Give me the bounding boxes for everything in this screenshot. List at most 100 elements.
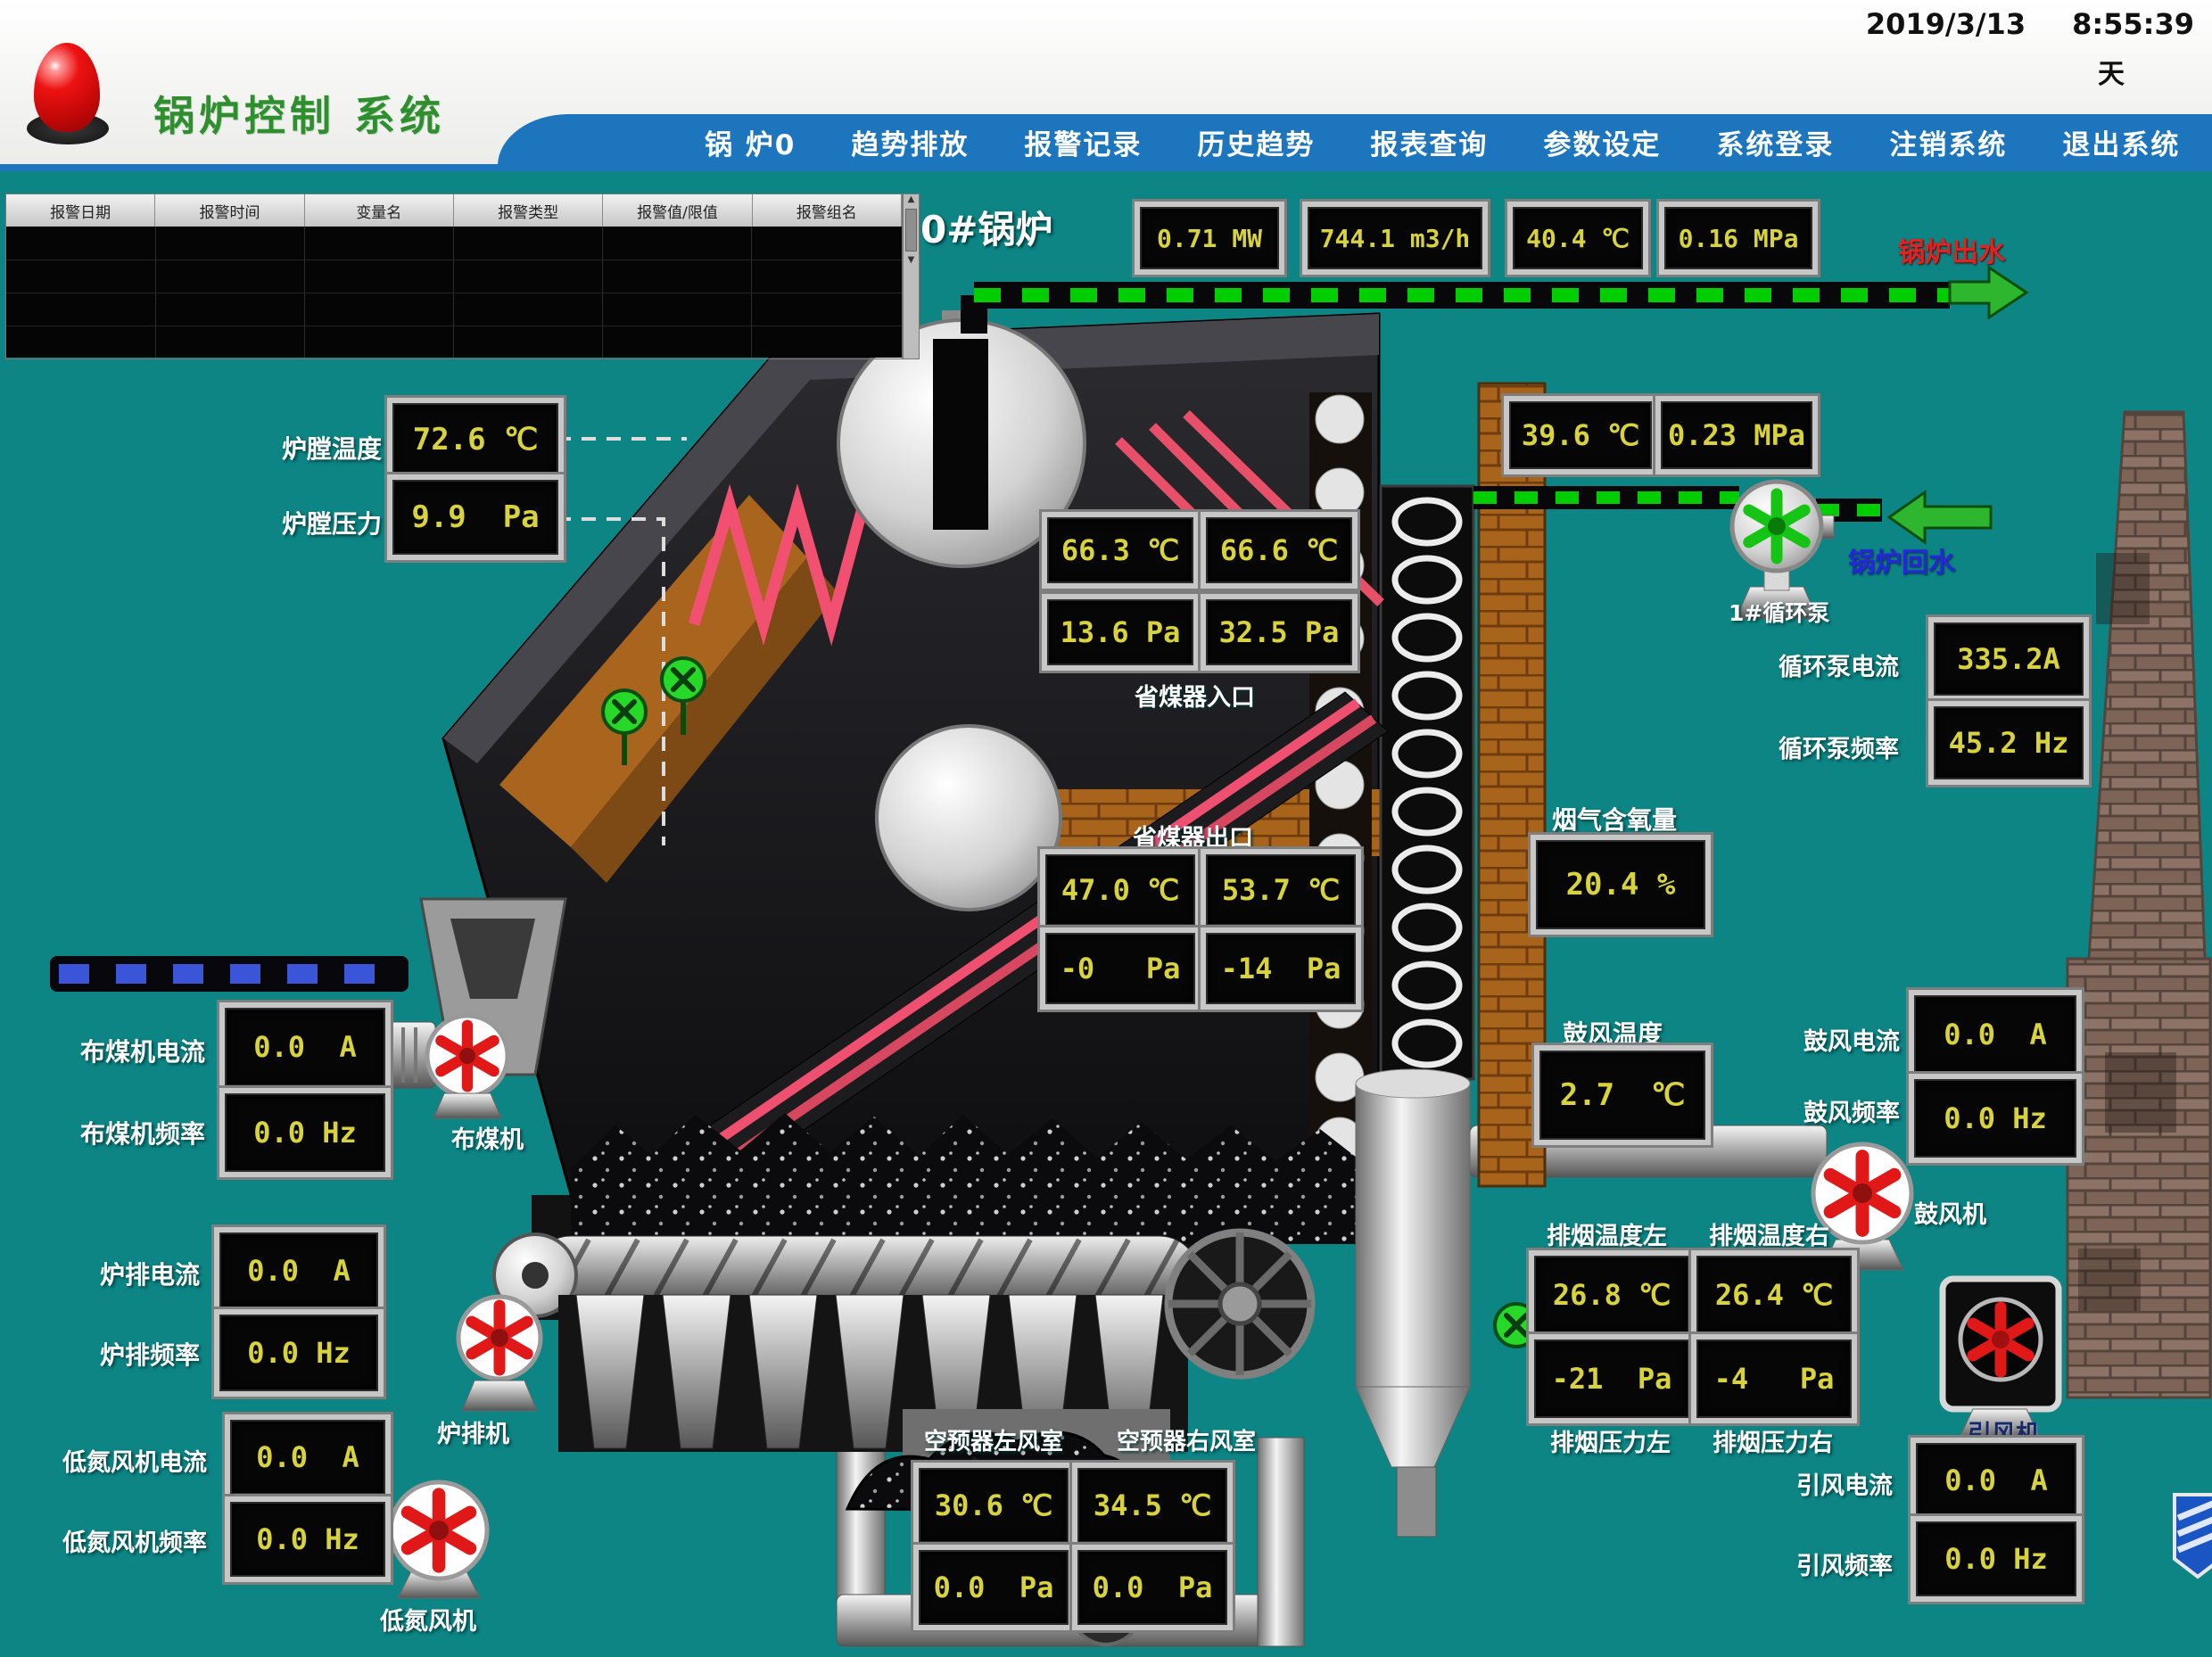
low-nox-fan-icon[interactable] [391,1482,487,1598]
grate-motor-icon[interactable] [458,1297,541,1411]
gauge-preheater-left-temp: 30.6 ℃ [919,1468,1069,1543]
induced-frequency-label: 引风频率 [1796,1546,1893,1581]
gauge-eco-outlet-pressure-right: -14 Pa [1206,933,1356,1004]
time-text: 8:55:39 [2072,7,2194,41]
gauge-return-temp: 39.6 ℃ [1509,401,1652,469]
nav-system-login[interactable]: 系统登录 [1716,122,1834,162]
gauge-return-pressure: 0.23 MPa [1661,401,1812,469]
furnace-pressure-label: 炉膛压力 [282,505,382,540]
datetime-display: 2019/3/13 8:55:39 [1866,7,2194,41]
induced-current-label: 引风电流 [1796,1466,1893,1501]
gauge-eco-inlet-temp-left: 66.3 ℃ [1047,517,1193,583]
boiler-name: 0#锅炉 [920,200,1052,254]
alarm-table-body[interactable] [6,227,902,358]
dust-collector [1356,1069,1470,1537]
alarm-col-group: 报警组名 [753,194,902,227]
gauge-flue-o2: 20.4 % [1536,840,1705,929]
gauge-blower-frequency: 0.0 Hz [1914,1079,2076,1158]
blower-current-label: 鼓风电流 [1803,1022,1900,1057]
alarm-col-time: 报警时间 [155,194,304,227]
preheater-right-label: 空预器右风室 [1117,1423,1256,1456]
gauge-grate-current: 0.0 A [219,1232,378,1309]
exhaust-pressure-left-label: 排烟压力左 [1550,1423,1671,1458]
gauge-furnace-temp: 72.6 ℃ [392,403,558,476]
alarm-col-type: 报警类型 [454,194,603,227]
grate-frequency-label: 炉排频率 [100,1336,200,1372]
grate-current-label: 炉排电流 [100,1256,200,1291]
circulation-pump-label: 1#循环泵 [1729,596,1829,628]
furnace-temp-label: 炉膛温度 [282,430,382,466]
alarm-col-value: 报警值/限值 [603,194,752,227]
nav-boiler0[interactable]: 锅 炉0 [705,122,796,162]
alarm-table: 报警日期 报警时间 变量名 报警类型 报警值/限值 报警组名 [5,194,903,359]
nav-parameter-setting[interactable]: 参数设定 [1543,122,1661,162]
alarm-col-date: 报警日期 [6,194,155,227]
gauge-exhaust-temp-left: 26.8 ℃ [1534,1256,1689,1334]
nav-trend-emission[interactable]: 趋势排放 [851,122,969,162]
gauge-eco-inlet-pressure-right: 32.5 Pa [1206,599,1352,665]
boiler-return-label: 锅炉回水 [1848,540,1955,580]
preheater-left-label: 空预器左风室 [924,1423,1063,1456]
gauge-eco-outlet-pressure-left: -0 Pa [1045,933,1195,1004]
alarm-table-scrollbar[interactable]: ▲▼ [903,194,920,359]
gauge-outlet-temp: 40.4 ℃ [1513,207,1643,269]
gauge-low-nox-current: 0.0 A [230,1420,385,1495]
gauge-boiler-flow: 744.1 m3/h [1308,207,1482,269]
nav-alarm-log[interactable]: 报警记录 [1024,122,1142,162]
return-pipe [1473,498,1882,510]
gauge-boiler-power: 0.71 MW [1140,207,1279,269]
gauge-induced-current: 0.0 A [1916,1443,2076,1518]
gauge-eco-outlet-temp-right: 53.7 ℃ [1206,854,1356,926]
gauge-exhaust-temp-right: 26.4 ℃ [1696,1256,1852,1334]
gauge-eco-outlet-temp-left: 47.0 ℃ [1045,854,1195,926]
app-title: 锅炉控制 系统 [153,84,445,143]
coal-feeder-motor-icon[interactable] [380,1016,508,1118]
circ-pump-current-label: 循环泵电流 [1779,647,1899,682]
boiler-hmi-screen: 锅炉控制 系统 2019/3/13 8:55:39 天 锅 炉0 趋势排放 报警记… [0,0,2212,1657]
gauge-circ-pump-frequency: 45.2 Hz [1934,706,2084,779]
boiler-outlet-label: 锅炉出水 [1898,230,2005,269]
gauge-circ-pump-current: 335.2A [1934,622,2084,696]
outlet-arrow-icon [1950,268,2026,317]
circ-pump-frequency-label: 循环泵频率 [1779,730,1899,764]
coal-conveyor [50,956,409,992]
gauge-blower-current: 0.0 A [1914,995,2076,1074]
gauge-exhaust-pressure-left: -21 Pa [1534,1340,1689,1418]
chimney [2068,412,2210,1397]
coal-feeder-label: 布煤机 [451,1120,524,1155]
gauge-low-nox-frequency: 0.0 Hz [230,1502,385,1577]
nav-report-query[interactable]: 报表查询 [1370,122,1488,162]
alarm-table-header: 报警日期 报警时间 变量名 报警类型 报警值/限值 报警组名 [6,194,902,227]
grate-label: 炉排机 [437,1414,509,1449]
gauge-preheater-right-pressure: 0.0 Pa [1077,1550,1227,1625]
blower-frequency-label: 鼓风频率 [1803,1093,1900,1128]
blast-temp-label: 鼓风温度 [1563,1015,1663,1051]
nav-exit-system[interactable]: 退出系统 [2062,122,2180,162]
date-text: 2019/3/13 [1866,7,2026,41]
gauge-grate-frequency: 0.0 Hz [219,1315,378,1391]
gauge-coal-feeder-frequency: 0.0 Hz [225,1093,385,1172]
gauge-eco-inlet-pressure-left: 13.6 Pa [1047,599,1193,665]
blower-fan-label: 鼓风机 [1914,1195,1986,1230]
eco-inlet-label: 省煤器入口 [1135,678,1255,713]
low-nox-fan-label: 低氮风机 [380,1602,476,1636]
exhaust-pressure-right-label: 排烟压力右 [1713,1423,1833,1458]
exhaust-temp-right-label: 排烟温度右 [1709,1216,1829,1251]
coal-feeder-current-label: 布煤机电流 [80,1033,205,1068]
alarm-col-variable: 变量名 [305,194,454,227]
gauge-blast-temp: 2.7 ℃ [1539,1051,1705,1140]
gauge-preheater-left-pressure: 0.0 Pa [919,1550,1069,1625]
low-nox-current-label: 低氮风机电流 [62,1443,207,1478]
weekday-text: 天 [2098,52,2125,91]
gauge-furnace-pressure: 9.9 Pa [392,480,558,555]
shield-logo-icon [2175,1495,2212,1577]
coal-feeder-frequency-label: 布煤机频率 [80,1115,205,1150]
drive-gear [1168,1232,1311,1375]
nav-logout[interactable]: 注销系统 [1889,122,2007,162]
gauge-eco-inlet-temp-right: 66.6 ℃ [1206,517,1352,583]
low-nox-frequency-label: 低氮风机频率 [62,1523,207,1558]
gauge-coal-feeder-current: 0.0 A [225,1008,385,1086]
flue-o2-label: 烟气含氧量 [1552,801,1677,837]
gauge-exhaust-pressure-right: -4 Pa [1696,1340,1852,1418]
nav-history-trend[interactable]: 历史趋势 [1197,122,1315,162]
